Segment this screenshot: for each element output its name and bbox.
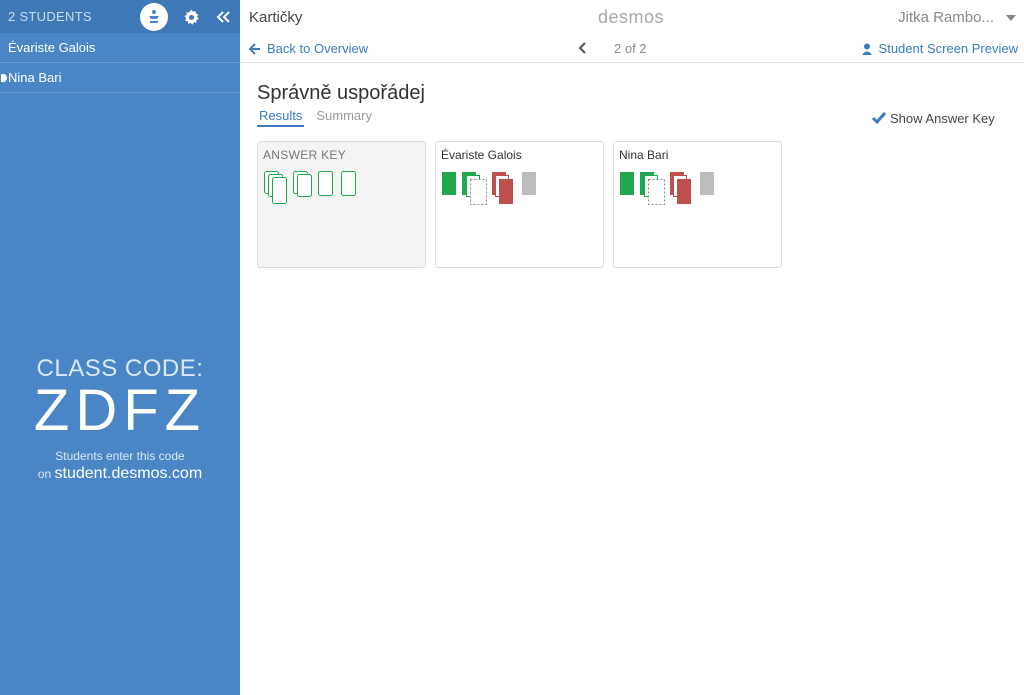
student-cards-graphic [442, 172, 536, 205]
back-to-overview-link[interactable]: Back to Overview [249, 41, 368, 56]
screen-title: Správně uspořádej [257, 82, 425, 104]
user-menu[interactable]: Jitka Rambo... [898, 9, 1016, 26]
student-cards-graphic [620, 172, 714, 205]
class-code-panel: CLASS CODE: ZDFZ Students enter this cod… [0, 355, 240, 483]
collapse-sidebar-button[interactable] [214, 8, 232, 26]
sidebar-header-icons [140, 3, 232, 31]
student-card-galois[interactable]: Évariste Galois [435, 141, 604, 268]
pager-text: 2 of 2 [614, 41, 647, 56]
card-title: Nina Bari [619, 148, 669, 162]
class-code-url: student.desmos.com [54, 465, 203, 482]
student-screen-preview-link[interactable]: Student Screen Preview [861, 41, 1018, 56]
navbar: Back to Overview 2 of 2 Student Screen P… [240, 33, 1024, 63]
checkmark-icon [871, 112, 887, 125]
desmos-logo: desmos [598, 7, 665, 27]
student-name: Évariste Galois [8, 40, 96, 55]
card-title: ANSWER KEY [263, 148, 347, 162]
activity-title: Kartičky [249, 9, 303, 26]
student-icon [861, 43, 872, 55]
tab-summary[interactable]: Summary [314, 108, 374, 127]
collapse-icon [216, 11, 230, 23]
topbar: Kartičky desmos Jitka Rambo... [240, 0, 1024, 33]
settings-button[interactable] [182, 8, 200, 26]
student-name: Nina Bari [8, 70, 62, 85]
preview-label: Student Screen Preview [878, 41, 1018, 56]
student-row-galois[interactable]: Évariste Galois [0, 33, 240, 63]
answer-key-card[interactable]: ANSWER KEY [257, 141, 426, 268]
student-card-bari[interactable]: Nina Bari [613, 141, 782, 268]
card-title: Évariste Galois [441, 148, 522, 162]
back-label: Back to Overview [267, 41, 369, 56]
class-code-value: ZDFZ [33, 378, 207, 443]
arrow-left-icon [249, 42, 260, 55]
user-name: Jitka Rambo... [898, 9, 994, 26]
checkbox[interactable] [871, 110, 887, 126]
sidebar-header: 2 STUDENTS [0, 0, 240, 33]
show-answer-key-label: Show Answer Key [890, 110, 995, 126]
tab-bar: Results Summary [257, 108, 384, 127]
pace-button[interactable] [140, 3, 168, 31]
class-code-url-prefix: on [37, 467, 52, 481]
gear-icon [183, 9, 199, 25]
pace-icon [149, 10, 159, 23]
class-code-hint: Students enter this code [55, 449, 185, 463]
students-count: 2 STUDENTS [8, 9, 92, 24]
previous-screen-button[interactable] [578, 41, 590, 55]
chevron-down-icon [1006, 14, 1016, 21]
sidebar: 2 STUDENTS Évariste Galois Nina Bari CLA… [0, 0, 240, 695]
student-row-bari[interactable]: Nina Bari [0, 63, 240, 93]
chevron-left-icon [578, 42, 586, 54]
tab-results[interactable]: Results [257, 108, 305, 127]
class-code-url-line: on student.desmos.com [0, 465, 240, 483]
answer-key-cards-graphic [264, 171, 356, 204]
show-answer-key-toggle[interactable]: Show Answer Key [871, 110, 995, 126]
